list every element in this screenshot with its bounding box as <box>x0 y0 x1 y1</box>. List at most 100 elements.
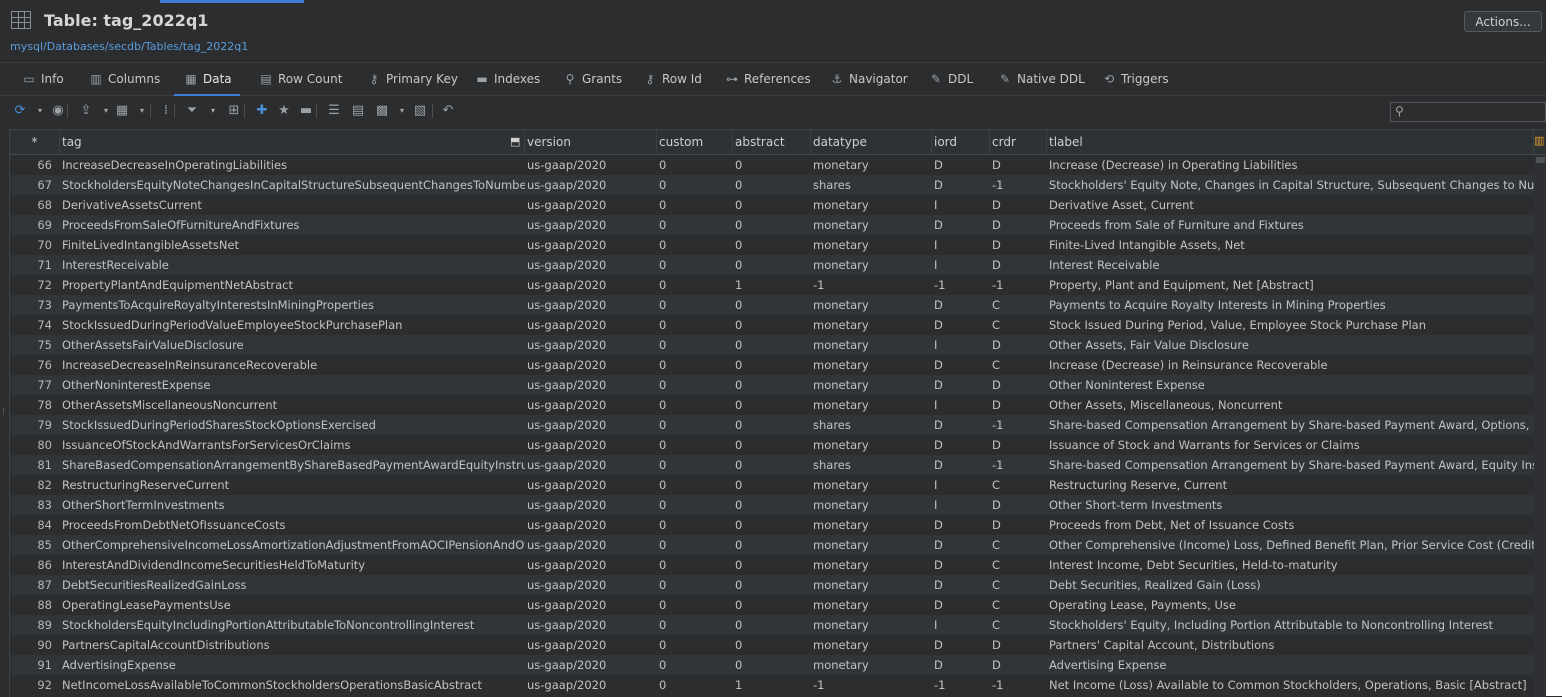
cell-iord[interactable]: D <box>932 535 990 555</box>
cell-custom[interactable]: 0 <box>657 615 733 635</box>
cell-abstract[interactable]: 0 <box>733 415 811 435</box>
cell-version[interactable]: us-gaap/2020 <box>525 495 657 515</box>
tab-references[interactable]: ⊶ References <box>725 69 811 89</box>
cell-version[interactable]: us-gaap/2020 <box>525 375 657 395</box>
cell-tlabel[interactable]: Debt Securities, Realized Gain (Loss) <box>1047 575 1534 595</box>
cell-version[interactable]: us-gaap/2020 <box>525 255 657 275</box>
cell-iord[interactable]: D <box>932 595 990 615</box>
export-icon[interactable]: ⇪ <box>78 102 94 120</box>
cell-abstract[interactable]: 0 <box>733 615 811 635</box>
star-icon[interactable]: ★ <box>276 102 292 120</box>
cell-datatype[interactable]: -1 <box>811 275 932 295</box>
cell-rownum[interactable]: 92 <box>10 675 60 695</box>
cell-crdr[interactable]: C <box>990 615 1047 635</box>
grid-view-icon[interactable]: ▦ <box>114 102 130 120</box>
cell-crdr[interactable]: D <box>990 655 1047 675</box>
column-header-tag[interactable]: tag <box>60 130 525 154</box>
cell-custom[interactable]: 0 <box>657 435 733 455</box>
cell-custom[interactable]: 0 <box>657 215 733 235</box>
cell-tlabel[interactable]: Proceeds from Sale of Furniture and Fixt… <box>1047 215 1534 235</box>
cell-rownum[interactable]: 85 <box>10 535 60 555</box>
splitter-grip-icon[interactable]: ⁝ <box>2 408 5 418</box>
cell-crdr[interactable]: -1 <box>990 455 1047 475</box>
cell-rownum[interactable]: 91 <box>10 655 60 675</box>
cell-version[interactable]: us-gaap/2020 <box>525 575 657 595</box>
cell-custom[interactable]: 0 <box>657 275 733 295</box>
cell-version[interactable]: us-gaap/2020 <box>525 535 657 555</box>
cell-datatype[interactable]: monetary <box>811 395 932 415</box>
cell-custom[interactable]: 0 <box>657 295 733 315</box>
cell-crdr[interactable]: C <box>990 295 1047 315</box>
tab-row-id[interactable]: ⚷ Row Id <box>643 69 702 89</box>
cell-tlabel[interactable]: Share-based Compensation Arrangement by … <box>1047 415 1534 435</box>
cell-crdr[interactable]: D <box>990 515 1047 535</box>
cell-datatype[interactable]: monetary <box>811 335 932 355</box>
cell-crdr[interactable]: D <box>990 235 1047 255</box>
cell-datatype[interactable]: monetary <box>811 375 932 395</box>
tab-navigator[interactable]: ⚓ Navigator <box>830 69 908 89</box>
search-input[interactable]: ⚲ <box>1390 102 1546 122</box>
tab-triggers[interactable]: ⟲ Triggers <box>1102 69 1169 89</box>
cell-iord[interactable]: I <box>932 255 990 275</box>
cell-crdr[interactable]: C <box>990 575 1047 595</box>
cell-iord[interactable]: D <box>932 375 990 395</box>
cell-abstract[interactable]: 0 <box>733 195 811 215</box>
cell-abstract[interactable]: 0 <box>733 375 811 395</box>
cell-rownum[interactable]: 68 <box>10 195 60 215</box>
cell-abstract[interactable]: 0 <box>733 315 811 335</box>
cell-rownum[interactable]: 73 <box>10 295 60 315</box>
cell-version[interactable]: us-gaap/2020 <box>525 675 657 695</box>
table-row[interactable]: 85 OtherComprehensiveIncomeLossAmortizati… <box>10 535 1547 555</box>
cell-version[interactable]: us-gaap/2020 <box>525 555 657 575</box>
table-row[interactable]: 69 ProceedsFromSaleOfFurnitureAndFixtures… <box>10 215 1547 235</box>
cell-crdr[interactable]: -1 <box>990 175 1047 195</box>
cell-tag[interactable]: StockIssuedDuringPeriodValueEmployeeStoc… <box>60 315 525 335</box>
column-header-version[interactable]: version <box>525 130 657 154</box>
cell-tlabel[interactable]: Proceeds from Debt, Net of Issuance Cost… <box>1047 515 1534 535</box>
cell-crdr[interactable]: D <box>990 195 1047 215</box>
cell-tlabel[interactable]: Increase (Decrease) in Reinsurance Recov… <box>1047 355 1534 375</box>
cell-abstract[interactable]: 0 <box>733 455 811 475</box>
cell-tlabel[interactable]: Property, Plant and Equipment, Net [Abst… <box>1047 275 1534 295</box>
table-row[interactable]: 75 OtherAssetsFairValueDisclosure us-gaap/… <box>10 335 1547 355</box>
cell-rownum[interactable]: 69 <box>10 215 60 235</box>
cell-tlabel[interactable]: Increase (Decrease) in Operating Liabili… <box>1047 155 1534 175</box>
cell-custom[interactable]: 0 <box>657 175 733 195</box>
cell-version[interactable]: us-gaap/2020 <box>525 155 657 175</box>
cell-rownum[interactable]: 76 <box>10 355 60 375</box>
cell-iord[interactable]: D <box>932 215 990 235</box>
cell-iord[interactable]: D <box>932 635 990 655</box>
cell-abstract[interactable]: 1 <box>733 275 811 295</box>
cell-rownum[interactable]: 89 <box>10 615 60 635</box>
cell-abstract[interactable]: 0 <box>733 335 811 355</box>
cell-tag[interactable]: OperatingLeasePaymentsUse <box>60 595 525 615</box>
cell-tag[interactable]: ShareBasedCompensationArrangementByShare… <box>60 455 525 475</box>
cell-rownum[interactable]: 83 <box>10 495 60 515</box>
cell-crdr[interactable]: D <box>990 435 1047 455</box>
delete-row-icon[interactable]: ▬ <box>298 102 314 120</box>
cell-tlabel[interactable]: Stock Issued During Period, Value, Emplo… <box>1047 315 1534 335</box>
cell-version[interactable]: us-gaap/2020 <box>525 275 657 295</box>
column-header-tlabel[interactable]: tlabel <box>1047 130 1534 154</box>
cell-tag[interactable]: PropertyPlantAndEquipmentNetAbstract <box>60 275 525 295</box>
cell-iord[interactable]: D <box>932 355 990 375</box>
cell-datatype[interactable]: monetary <box>811 495 932 515</box>
table-row[interactable]: 84 ProceedsFromDebtNetOfIssuanceCosts us-g… <box>10 515 1547 535</box>
cell-custom[interactable]: 0 <box>657 355 733 375</box>
cell-tag[interactable]: ProceedsFromSaleOfFurnitureAndFixtures <box>60 215 525 235</box>
cell-tlabel[interactable]: Partners' Capital Account, Distributions <box>1047 635 1534 655</box>
scrollbar-thumb[interactable] <box>1536 157 1545 163</box>
column-settings-icon[interactable]: ⬒ <box>510 135 520 148</box>
cell-iord[interactable]: D <box>932 295 990 315</box>
cell-custom[interactable]: 0 <box>657 195 733 215</box>
cell-tlabel[interactable]: Other Comprehensive (Income) Loss, Defin… <box>1047 535 1534 555</box>
cell-abstract[interactable]: 0 <box>733 175 811 195</box>
table-row[interactable]: 71 InterestReceivable us-gaap/2020 0 0 moneta… <box>10 255 1547 275</box>
cell-version[interactable]: us-gaap/2020 <box>525 355 657 375</box>
cell-rownum[interactable]: 77 <box>10 375 60 395</box>
cell-version[interactable]: us-gaap/2020 <box>525 475 657 495</box>
cell-crdr[interactable]: C <box>990 555 1047 575</box>
cell-tag[interactable]: InterestAndDividendIncomeSecuritiesHeldT… <box>60 555 525 575</box>
cell-iord[interactable]: I <box>932 195 990 215</box>
cell-crdr[interactable]: D <box>990 215 1047 235</box>
